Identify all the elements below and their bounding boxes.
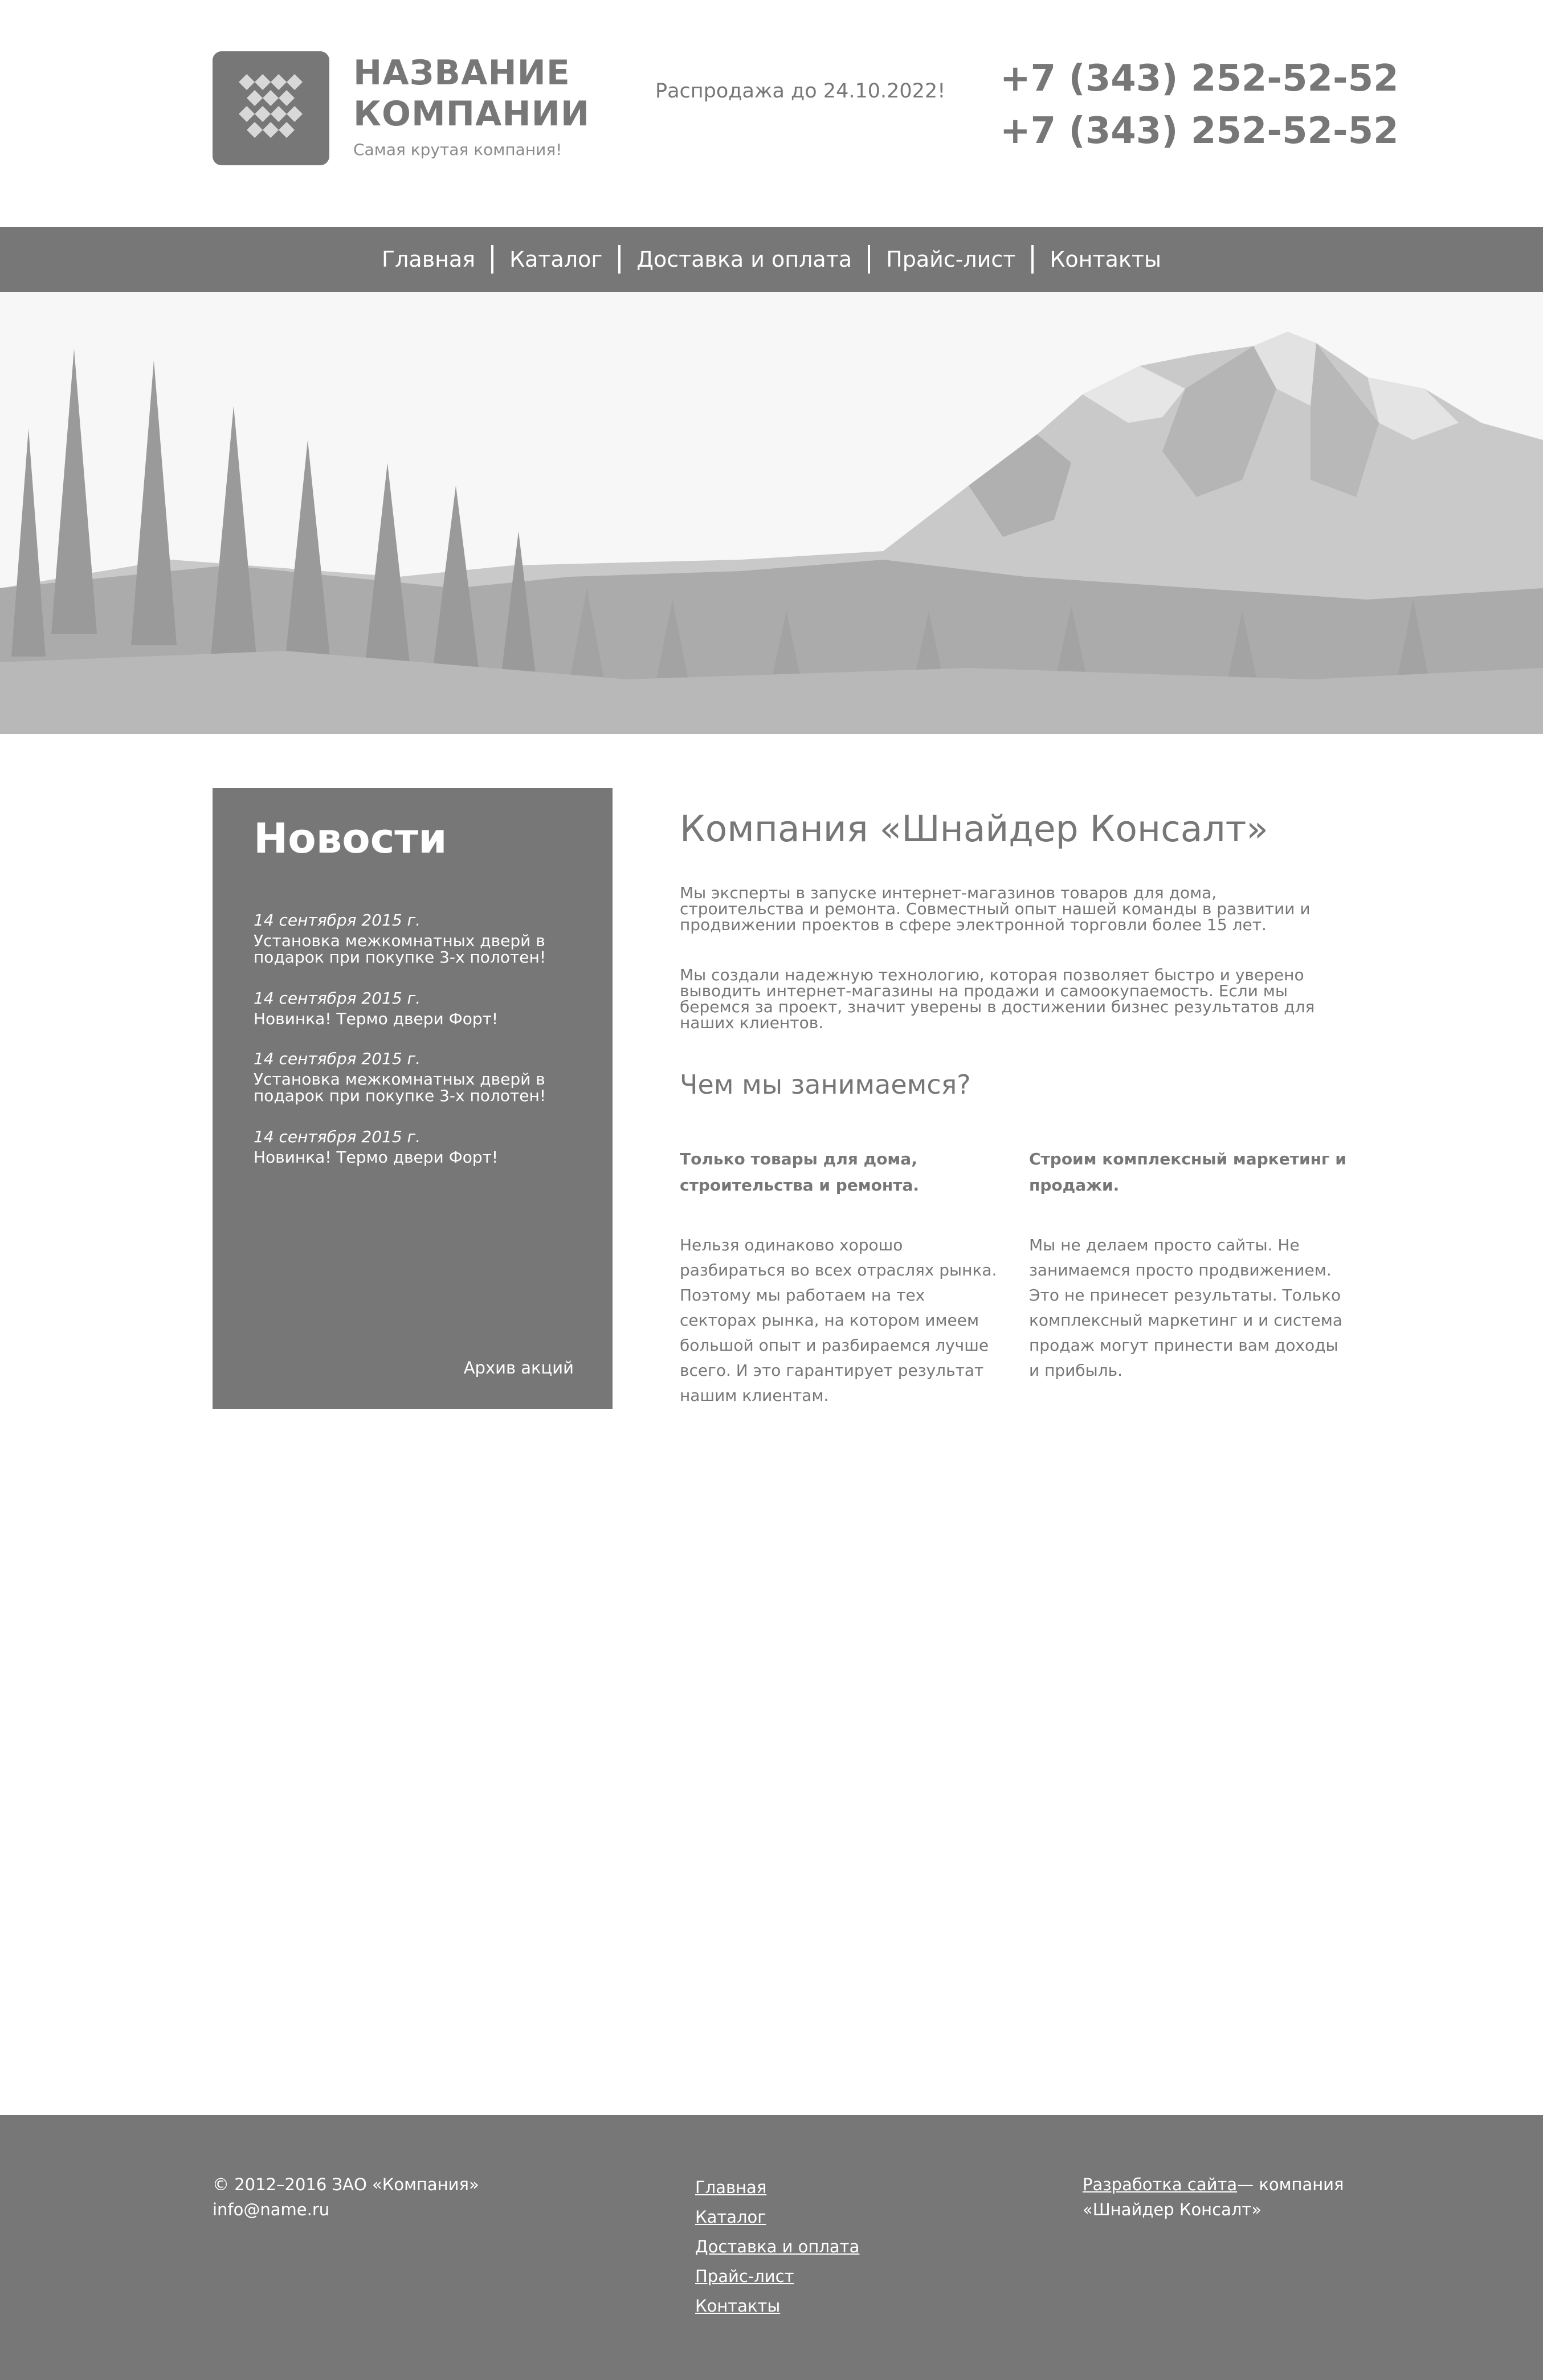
main-navigation: Главная Каталог Доставка и оплата Прайс-…	[0, 227, 1543, 292]
news-date: 14 сентября 2015 г.	[254, 1127, 421, 1146]
phone-number[interactable]: +7 (343) 252-52-52	[1000, 105, 1399, 157]
logo[interactable]	[213, 51, 329, 165]
footer-link-home[interactable]: Главная	[695, 2178, 766, 2197]
diamond-grid-logo-icon	[239, 74, 303, 138]
news-date: 14 сентября 2015 г.	[254, 989, 421, 1008]
nav-item-delivery[interactable]: Доставка и оплата	[621, 245, 868, 274]
company-name: НАЗВАНИЕ КОМПАНИИ	[353, 52, 598, 135]
news-archive-link[interactable]: Архив акций	[464, 1358, 574, 1378]
news-title: Новости	[254, 814, 447, 862]
footer-developer: Разработка сайта— компания «Шнайдер Конс…	[1083, 2172, 1356, 2222]
footer-link-catalog[interactable]: Каталог	[695, 2207, 766, 2227]
feature-heading: Строим комплексный маркетинг и продажи.	[1029, 1150, 1346, 1195]
footer-copyright: © 2012–2016 ЗАО «Компания»	[213, 2175, 479, 2194]
nav-item-catalog[interactable]: Каталог	[493, 245, 618, 274]
nav-item-home[interactable]: Главная	[366, 245, 491, 274]
company-name-line1: НАЗВАНИЕ	[353, 53, 570, 93]
developer-link[interactable]: Разработка сайта	[1083, 2175, 1237, 2194]
nav-item-pricelist[interactable]: Прайс-лист	[870, 245, 1031, 274]
section-title: Чем мы занимаемся?	[680, 1069, 971, 1100]
news-item-link[interactable]: Установка межкомнатных дверй в подарок п…	[254, 932, 561, 965]
feature-text: Нельзя одинаково хорошо разбираться во в…	[680, 1236, 997, 1405]
phone-number[interactable]: +7 (343) 252-52-52	[1000, 52, 1399, 105]
footer-link-pricelist[interactable]: Прайс-лист	[695, 2267, 794, 2286]
nav-item-contacts[interactable]: Контакты	[1034, 245, 1177, 274]
news-date: 14 сентября 2015 г.	[254, 911, 421, 930]
news-item-link[interactable]: Установка межкомнатных дверй в подарок п…	[254, 1071, 561, 1104]
news-date: 14 сентября 2015 г.	[254, 1049, 421, 1068]
footer: © 2012–2016 ЗАО «Компания» info@name.ru …	[0, 2115, 1543, 2380]
feature-heading: Только товары для дома, строительства и …	[680, 1150, 919, 1195]
news-item-link[interactable]: Новинка! Термо двери Форт!	[254, 1149, 561, 1165]
footer-link-contacts[interactable]: Контакты	[695, 2296, 780, 2316]
footer-link-delivery[interactable]: Доставка и оплата	[695, 2237, 859, 2256]
sale-announcement: Распродажа до 24.10.2022!	[655, 80, 946, 103]
company-tagline: Самая крутая компания!	[353, 140, 562, 159]
news-panel: Новости 14 сентября 2015 г. Установка ме…	[213, 788, 613, 1409]
news-item-link[interactable]: Новинка! Термо двери Форт!	[254, 1010, 561, 1027]
footer-email[interactable]: info@name.ru	[213, 2197, 329, 2222]
intro-paragraph: Мы создали надежную технологию, которая …	[680, 965, 1315, 1032]
phone-block: +7 (343) 252-52-52 +7 (343) 252-52-52	[1000, 52, 1399, 157]
page-title: Компания «Шнайдер Консалт»	[680, 808, 1268, 850]
feature-text: Мы не делаем просто сайты. Не занимаемся…	[1029, 1236, 1343, 1380]
company-name-line2: КОМПАНИИ	[353, 94, 590, 134]
mountain-landscape-image	[0, 332, 1543, 734]
hero-banner	[0, 292, 1543, 734]
intro-paragraph: Мы эксперты в запуске интернет-магазинов…	[680, 883, 1311, 934]
